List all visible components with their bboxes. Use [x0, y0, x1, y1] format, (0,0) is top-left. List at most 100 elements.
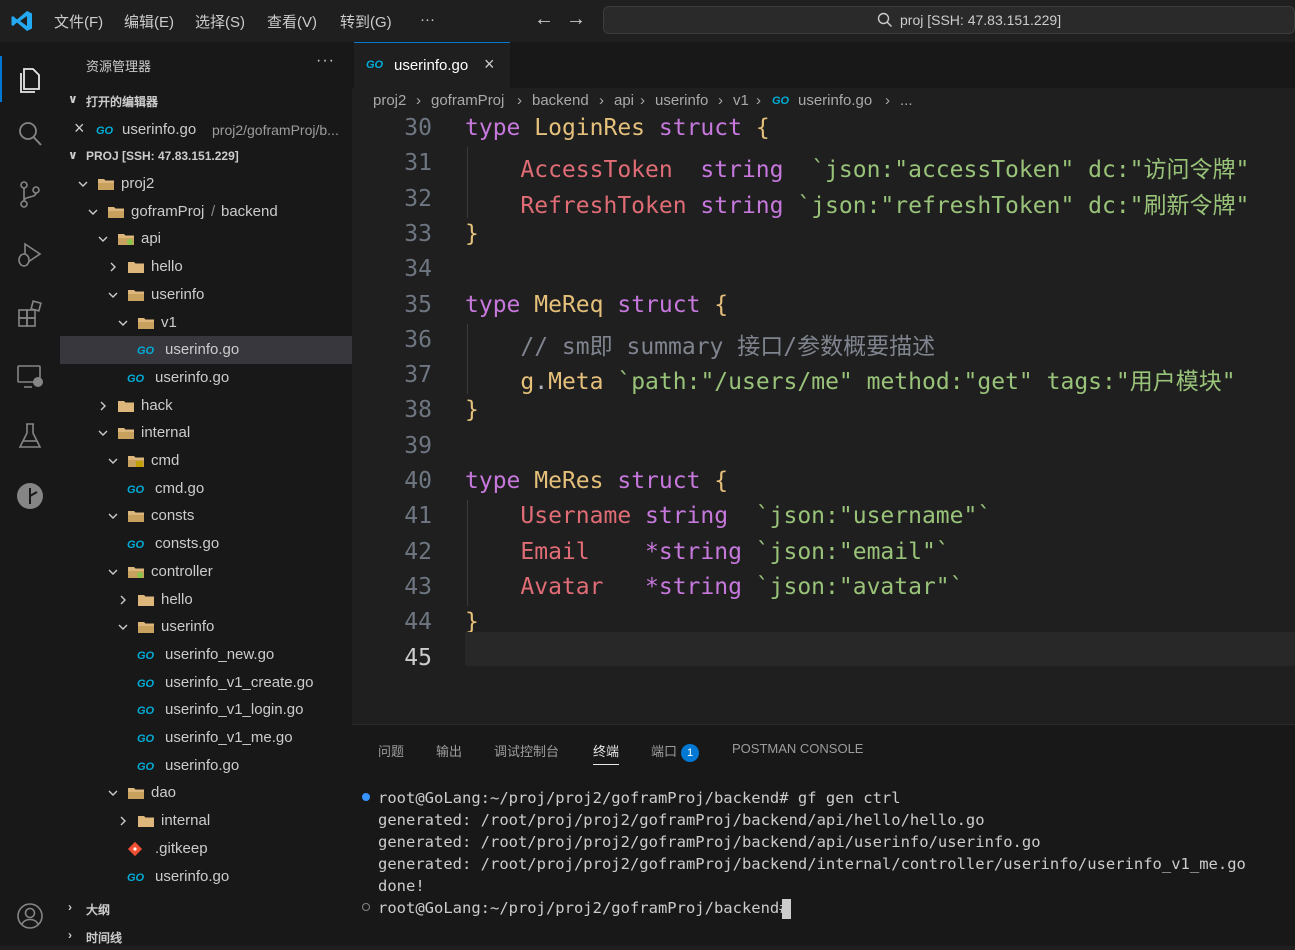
- extensions-icon[interactable]: [14, 298, 46, 330]
- tab-ports[interactable]: 端口 1: [651, 741, 700, 762]
- open-editor-item[interactable]: × GO userinfo.go proj2/goframProj/b...: [60, 116, 352, 144]
- chevron-right-icon: ›: [599, 92, 604, 109]
- command-success-dot-icon: [362, 793, 370, 801]
- chevron-right-icon: ›: [68, 900, 72, 914]
- chevron-right-icon: ›: [68, 928, 72, 942]
- folder-item[interactable]: userinfo: [60, 281, 352, 309]
- menu-file[interactable]: 文件(F): [54, 11, 103, 32]
- code-line: 43 Avatar *string `json:"avatar"`: [352, 571, 1295, 606]
- project-section[interactable]: ∨ PROJ [SSH: 47.83.151.229]: [60, 144, 352, 170]
- code-token: struct: [658, 116, 756, 141]
- close-icon[interactable]: ×: [484, 54, 495, 75]
- file-item[interactable]: GO consts.go: [60, 530, 352, 558]
- timeline-section[interactable]: › 时间线: [60, 924, 352, 950]
- folder-name: hack: [141, 396, 173, 414]
- menu-view[interactable]: 查看(V): [267, 11, 317, 32]
- go-file-icon: GO: [137, 760, 155, 773]
- go-file-icon: GO: [137, 345, 155, 358]
- remote-explorer-icon[interactable]: [14, 360, 46, 392]
- tab-problems[interactable]: 问题: [378, 741, 404, 760]
- chevron-right-icon: [97, 399, 109, 411]
- folder-name: controller: [151, 562, 213, 580]
- folder-item[interactable]: internal: [60, 419, 352, 447]
- back-arrow-icon[interactable]: ←: [534, 8, 554, 31]
- breadcrumb-item[interactable]: api: [614, 92, 634, 109]
- folder-item[interactable]: hello: [60, 253, 352, 281]
- close-icon[interactable]: ×: [74, 118, 85, 139]
- file-name: userinfo.go: [155, 867, 230, 885]
- folder-item[interactable]: api: [60, 225, 352, 253]
- file-item[interactable]: GO userinfo.go: [60, 863, 352, 891]
- more-actions-button[interactable]: ···: [316, 52, 335, 70]
- tab-postman-console[interactable]: POSTMAN CONSOLE: [732, 741, 863, 756]
- file-item[interactable]: GO cmd.go: [60, 475, 352, 503]
- tab-userinfo-go[interactable]: GO userinfo.go ×: [354, 42, 510, 88]
- menu-edit[interactable]: 编辑(E): [124, 11, 174, 32]
- forward-arrow-icon[interactable]: →: [566, 8, 586, 31]
- folder-item[interactable]: proj2: [60, 170, 352, 198]
- ports-count-badge: 1: [681, 743, 700, 762]
- source-control-icon[interactable]: [14, 178, 46, 210]
- open-editor-path: proj2/goframProj/b...: [212, 122, 339, 138]
- folder-item[interactable]: consts: [60, 502, 352, 530]
- terminal-prompt-line[interactable]: root@GoLang:~/proj/proj2/goframProj/back…: [378, 899, 798, 917]
- file-item[interactable]: GO userinfo.go: [60, 336, 352, 365]
- breadcrumb-item[interactable]: proj2: [373, 92, 406, 109]
- code-token: {: [755, 116, 770, 141]
- gitlens-icon[interactable]: [14, 480, 46, 512]
- folder-item[interactable]: internal: [60, 807, 352, 835]
- folder-name: v1: [161, 313, 177, 331]
- file-item[interactable]: GO userinfo.go: [60, 752, 352, 780]
- breadcrumb-item[interactable]: backend: [532, 92, 589, 109]
- outline-section[interactable]: › 大纲: [60, 896, 352, 922]
- breadcrumb-item[interactable]: v1: [733, 92, 749, 109]
- file-name: userinfo_v1_create.go: [165, 673, 314, 691]
- indent-guide: [467, 500, 468, 607]
- chevron-right-icon: ›: [517, 92, 522, 109]
- tab-output[interactable]: 输出: [436, 741, 462, 760]
- breadcrumb-item[interactable]: ...: [900, 92, 913, 109]
- folder-item[interactable]: v1: [60, 309, 352, 337]
- folder-open-icon: [127, 565, 145, 579]
- folder-name: proj2: [121, 175, 155, 192]
- breadcrumb-item[interactable]: userinfo: [655, 92, 708, 109]
- file-item[interactable]: .gitkeep: [60, 835, 352, 863]
- folder-name: dao: [151, 784, 177, 802]
- chevron-right-icon: ›: [416, 92, 421, 109]
- open-editors-section[interactable]: ∨ 打开的编辑器: [60, 88, 352, 114]
- command-center-search[interactable]: proj [SSH: 47.83.151.229]: [603, 6, 1295, 34]
- folder-item[interactable]: hello: [60, 586, 352, 614]
- code-text: AccessToken string `json:"accessToken" d…: [465, 150, 1249, 184]
- code-token: *string: [645, 538, 756, 565]
- file-item[interactable]: GO userinfo.go: [60, 364, 352, 392]
- code-token: AccessToken: [465, 157, 701, 184]
- tab-debug-console[interactable]: 调试控制台: [494, 741, 559, 760]
- file-item[interactable]: GO userinfo_new.go: [60, 641, 352, 669]
- breadcrumb-item[interactable]: userinfo.go: [798, 92, 872, 109]
- run-debug-icon[interactable]: [14, 238, 46, 270]
- file-item[interactable]: GO userinfo_v1_me.go: [60, 724, 352, 752]
- chevron-down-icon: [117, 316, 129, 328]
- menu-more[interactable]: ···: [420, 11, 435, 28]
- file-name: userinfo_new.go: [165, 645, 275, 663]
- code-token: type: [465, 116, 535, 141]
- menu-selection[interactable]: 选择(S): [195, 11, 245, 32]
- code-token: {: [714, 291, 729, 318]
- folder-name: hello: [161, 590, 193, 608]
- folder-item[interactable]: cmd: [60, 447, 352, 475]
- folder-item[interactable]: goframProj / backend: [60, 198, 352, 226]
- folder-item[interactable]: hack: [60, 392, 352, 420]
- tab-terminal[interactable]: 终端: [593, 741, 620, 765]
- folder-item[interactable]: userinfo: [60, 613, 352, 641]
- file-item[interactable]: GO userinfo_v1_login.go: [60, 696, 352, 724]
- search-icon[interactable]: [14, 118, 46, 150]
- code-text: }: [465, 397, 479, 423]
- explorer-icon[interactable]: [14, 64, 46, 96]
- folder-item[interactable]: controller: [60, 558, 352, 586]
- folder-item[interactable]: dao: [60, 779, 352, 807]
- file-item[interactable]: GO userinfo_v1_create.go: [60, 669, 352, 697]
- menu-go[interactable]: 转到(G): [340, 11, 392, 32]
- testing-icon[interactable]: [14, 420, 46, 452]
- accounts-icon[interactable]: [14, 900, 46, 932]
- breadcrumb-item[interactable]: goframProj: [431, 92, 504, 109]
